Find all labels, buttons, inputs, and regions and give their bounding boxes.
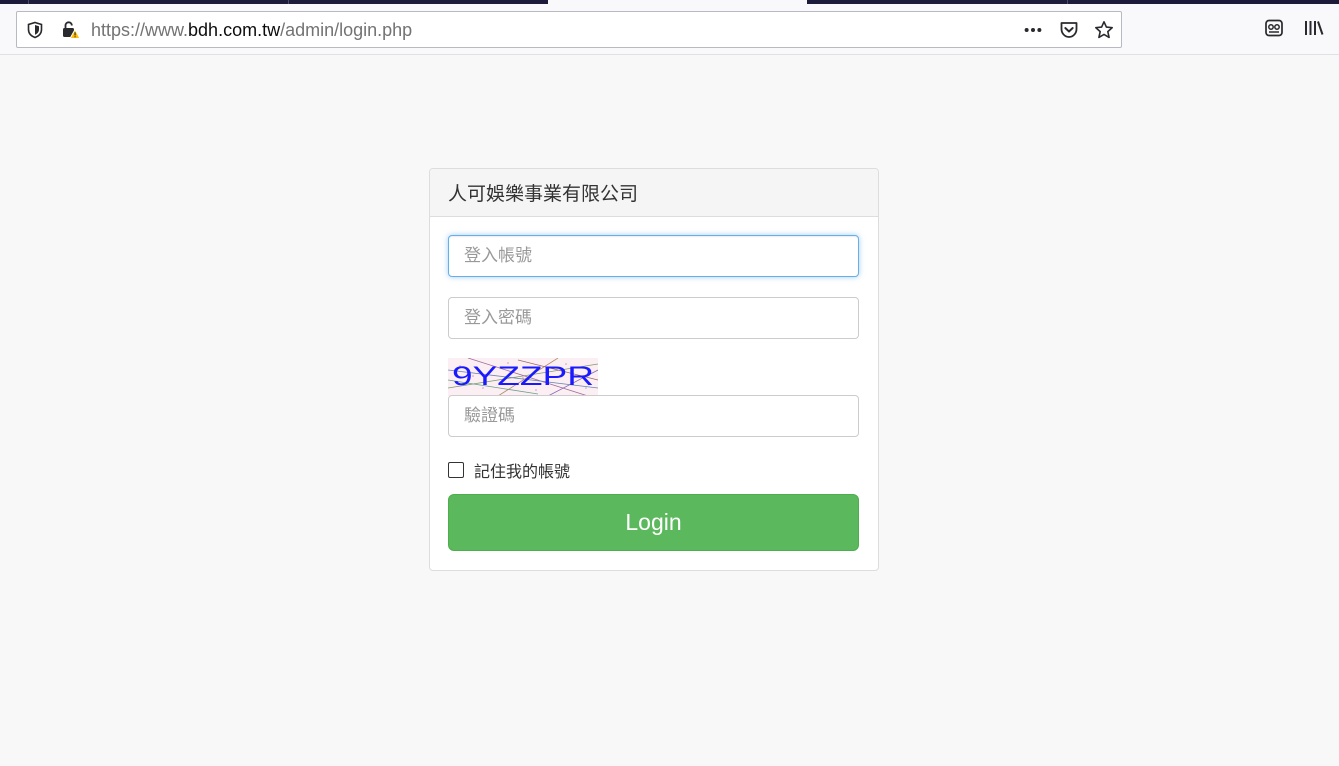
shield-icon[interactable]	[25, 20, 45, 40]
captcha-input[interactable]	[448, 395, 859, 437]
remember-me[interactable]: 記住我的帳號	[448, 459, 570, 481]
remember-checkbox[interactable]	[448, 462, 464, 478]
pocket-icon[interactable]	[1059, 20, 1079, 40]
url-bar[interactable]: https://www.bdh.com.tw/admin/login.php	[16, 11, 1122, 48]
url-scheme: https://www.	[91, 20, 189, 40]
captcha-graphic: 9YZZPR	[448, 358, 598, 396]
insecure-lock-warning-icon[interactable]	[61, 20, 81, 40]
captcha-text: 9YZZPR	[452, 361, 594, 391]
url-path: /admin/login.php	[280, 20, 413, 40]
star-icon[interactable]	[1094, 20, 1114, 40]
password-input[interactable]	[448, 297, 859, 339]
url-text[interactable]: https://www.bdh.com.tw/admin/login.php	[91, 20, 412, 40]
login-panel: 人可娛樂事業有限公司 9YZZPR	[429, 168, 879, 571]
company-name: 人可娛樂事業有限公司	[430, 169, 878, 217]
browser-toolbar: https://www.bdh.com.tw/admin/login.php	[0, 4, 1339, 55]
library-icon[interactable]	[1302, 16, 1326, 40]
login-button[interactable]: Login	[448, 494, 859, 551]
username-input[interactable]	[448, 235, 859, 277]
reader-view-icon[interactable]	[1262, 16, 1286, 40]
more-dots-icon[interactable]	[1023, 20, 1043, 40]
remember-label: 記住我的帳號	[474, 462, 571, 481]
captcha-image[interactable]: 9YZZPR	[448, 358, 598, 396]
url-host: bdh.com.tw	[188, 20, 281, 40]
